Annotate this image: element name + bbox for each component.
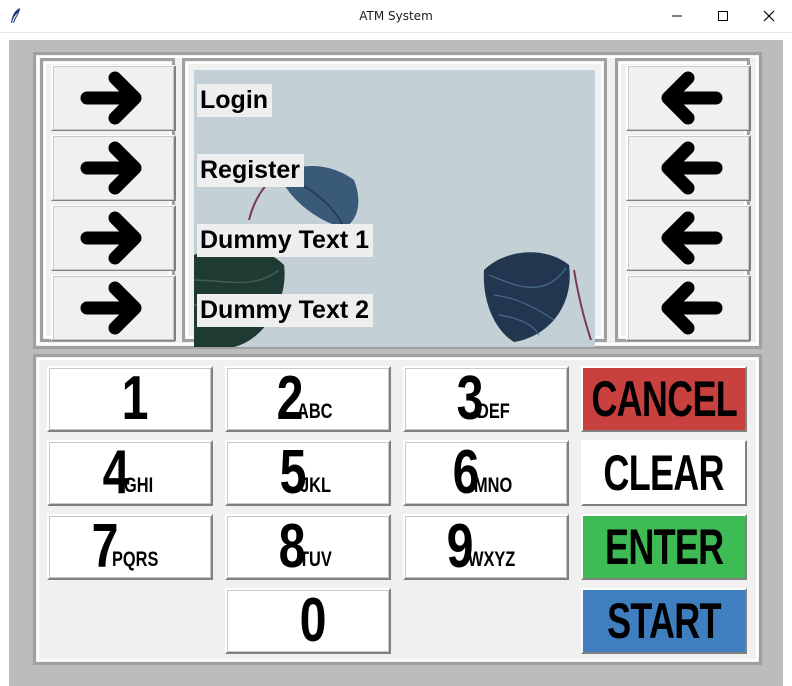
- atm-body: Login Register Dummy Text 1 Dummy Text 2…: [9, 40, 783, 686]
- atm-screen-frame: Login Register Dummy Text 1 Dummy Text 2: [182, 58, 607, 347]
- left-side-buttons: [40, 58, 176, 342]
- right-side-button-3[interactable]: [626, 205, 751, 271]
- keypad-panel: 1 2 ABC 3 DEF 4 GHI 5 JKL 6 MNO 7 PQRS 8 TUV 9W…: [33, 354, 762, 665]
- arrow-left-icon: [661, 141, 722, 195]
- arrow-right-icon: [80, 211, 141, 265]
- minimize-button[interactable]: [654, 0, 700, 32]
- key-letters: GHI: [123, 474, 153, 497]
- key-letters: MNO: [473, 474, 512, 497]
- key-letters: DEF: [477, 400, 510, 423]
- key-digit: 1: [121, 364, 148, 433]
- close-button[interactable]: [746, 0, 792, 32]
- maximize-button[interactable]: [700, 0, 746, 32]
- menu-item-register[interactable]: Register: [197, 154, 305, 187]
- start-button[interactable]: START: [581, 588, 747, 654]
- left-side-button-1[interactable]: [51, 65, 176, 131]
- clear-button[interactable]: CLEAR: [581, 440, 747, 506]
- menu-item-dummy-1[interactable]: Dummy Text 1: [197, 224, 374, 257]
- key-letters: TUV: [299, 548, 332, 571]
- arrow-left-icon: [661, 71, 722, 125]
- screen-panel: Login Register Dummy Text 1 Dummy Text 2: [33, 52, 762, 349]
- key-6[interactable]: 6 MNO: [403, 440, 569, 506]
- left-side-button-3[interactable]: [51, 205, 176, 271]
- right-side-button-1[interactable]: [626, 65, 751, 131]
- clear-label: CLEAR: [603, 445, 725, 501]
- minimize-icon: [672, 15, 682, 17]
- start-label: START: [607, 593, 721, 649]
- menu-item-dummy-2[interactable]: Dummy Text 2: [197, 294, 374, 327]
- close-icon: [763, 10, 775, 22]
- arrow-right-icon: [80, 71, 141, 125]
- key-7[interactable]: 7 PQRS: [47, 514, 213, 580]
- key-0[interactable]: 0: [225, 588, 391, 654]
- maximize-icon: [718, 11, 728, 21]
- right-side-button-4[interactable]: [626, 275, 751, 341]
- key-9[interactable]: 9 WXYZ: [403, 514, 569, 580]
- key-2[interactable]: 2 ABC: [225, 366, 391, 432]
- right-side-buttons: [615, 58, 751, 342]
- arrow-right-icon: [80, 141, 141, 195]
- left-side-button-4[interactable]: [51, 275, 176, 341]
- enter-button[interactable]: ENTER: [581, 514, 747, 580]
- arrow-right-icon: [80, 281, 141, 335]
- key-letters: ABC: [297, 400, 333, 423]
- key-digit: 0: [299, 586, 326, 655]
- enter-label: ENTER: [604, 519, 724, 575]
- menu-item-login[interactable]: Login: [197, 84, 273, 117]
- key-3[interactable]: 3 DEF: [403, 366, 569, 432]
- key-4[interactable]: 4 GHI: [47, 440, 213, 506]
- arrow-left-icon: [661, 211, 722, 265]
- key-5[interactable]: 5 JKL: [225, 440, 391, 506]
- key-8[interactable]: 8 TUV: [225, 514, 391, 580]
- title-bar: ATM System: [0, 0, 792, 33]
- arrow-left-icon: [661, 281, 722, 335]
- key-letters: PQRS: [112, 548, 159, 571]
- atm-screen: Login Register Dummy Text 1 Dummy Text 2: [194, 70, 595, 347]
- key-letters: WXYZ: [467, 548, 516, 571]
- cancel-button[interactable]: CANCEL: [581, 366, 747, 432]
- right-side-button-2[interactable]: [626, 135, 751, 201]
- left-side-button-2[interactable]: [51, 135, 176, 201]
- cancel-label: CANCEL: [591, 371, 737, 427]
- key-1[interactable]: 1: [47, 366, 213, 432]
- key-letters: JKL: [300, 474, 332, 497]
